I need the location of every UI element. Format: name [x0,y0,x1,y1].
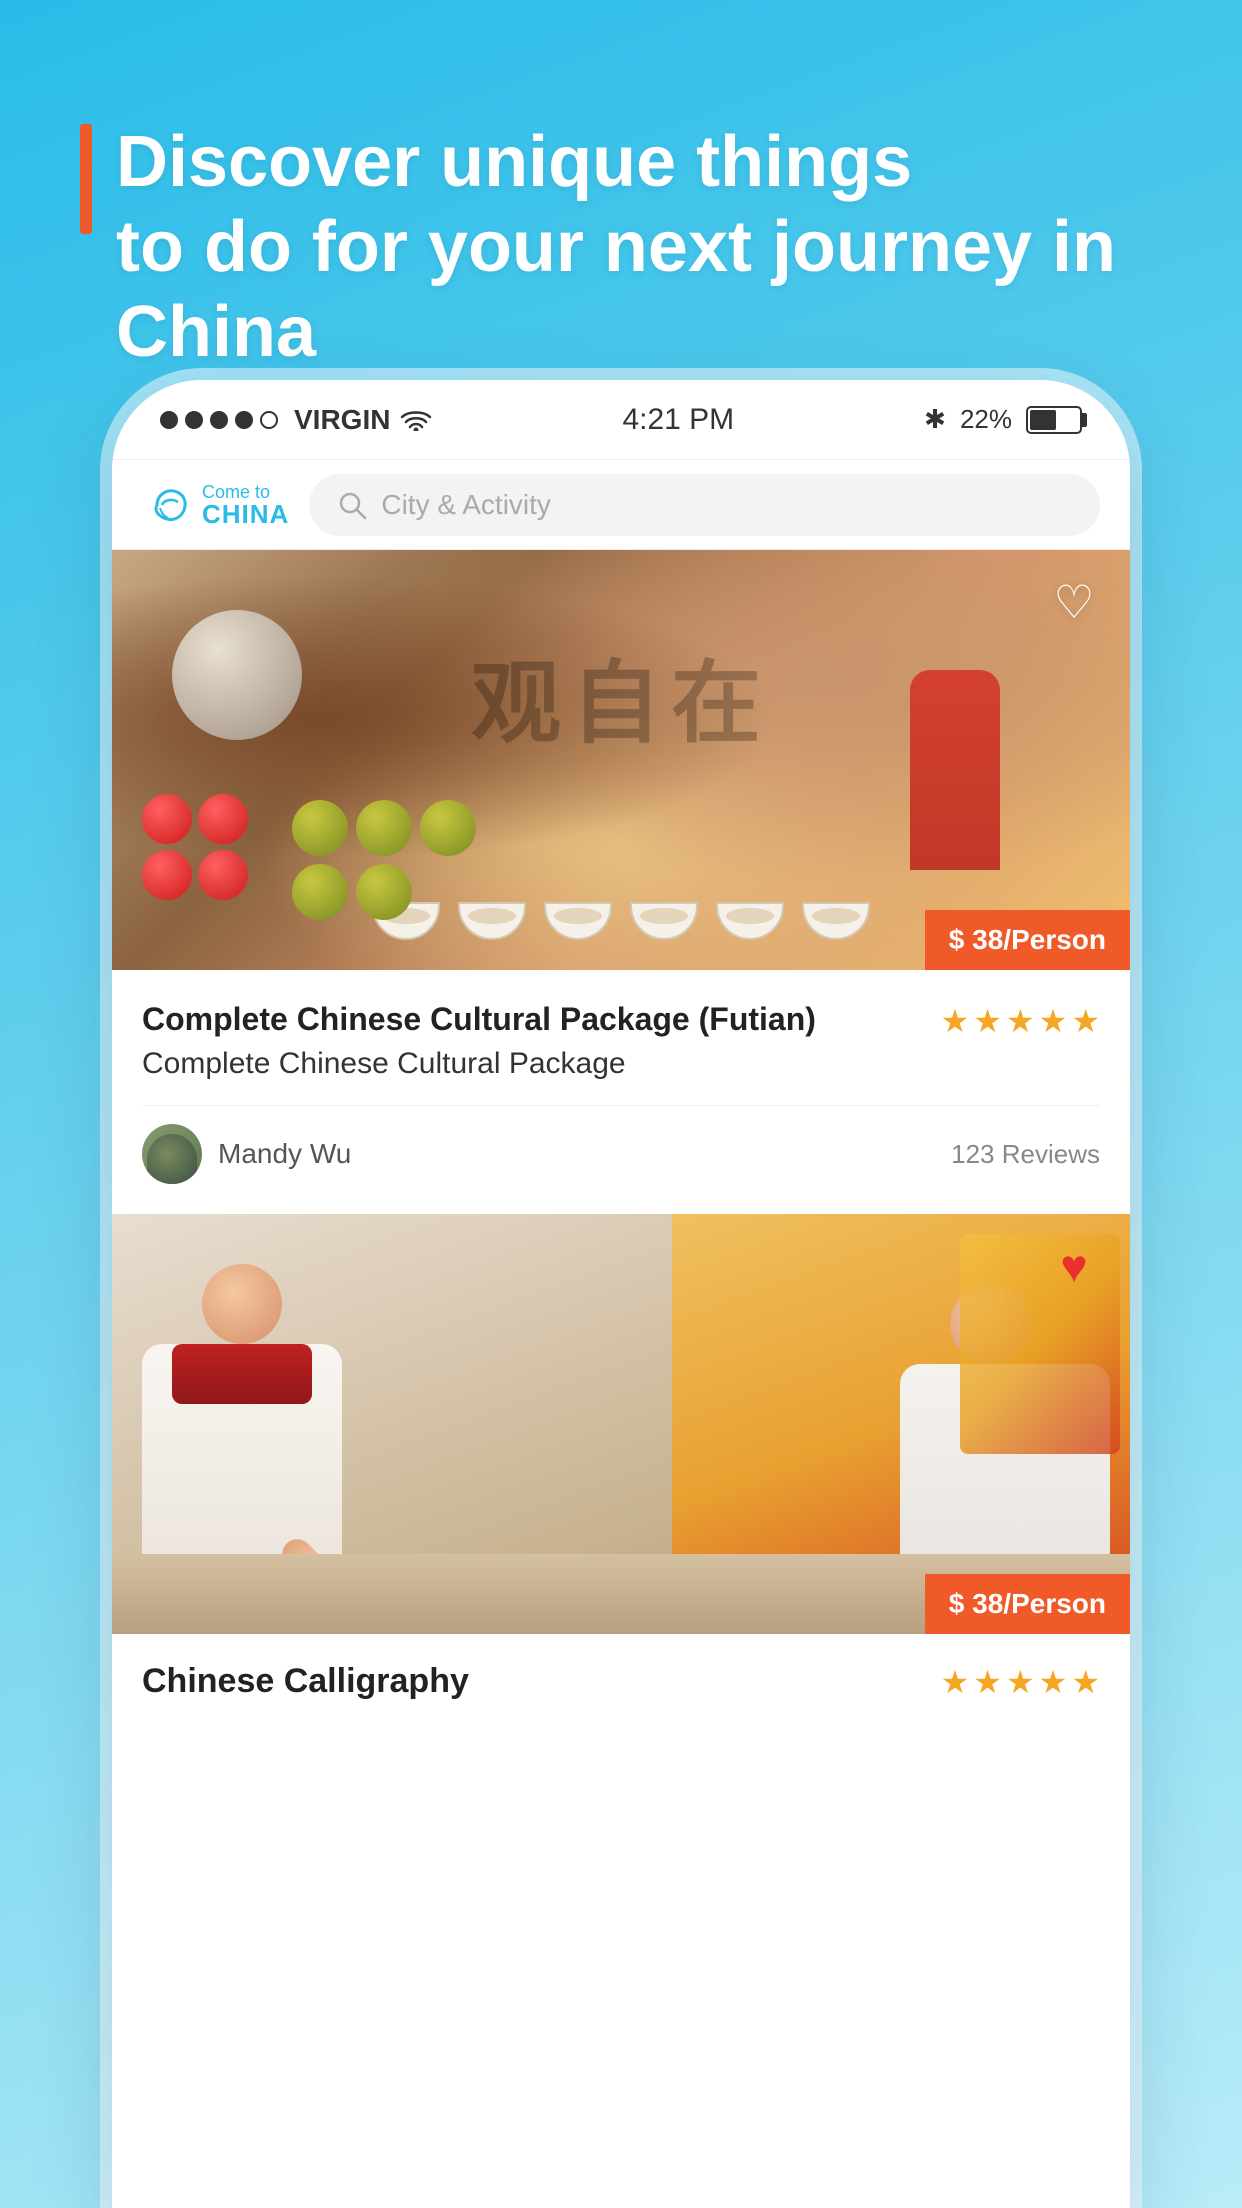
battery-fill [1030,410,1056,430]
signal-dot-1 [160,411,178,429]
yellow-fruits [292,800,532,920]
card-1-title-row: Complete Chinese Cultural Package (Futia… [142,998,1100,1081]
c2-star-3: ★ [1006,1663,1035,1701]
card-1-image-container: 观自在 [112,550,1130,970]
content-area: 观自在 [112,550,1130,1731]
heart-outline-icon: ♡ [1053,575,1094,629]
status-time: 4:21 PM [622,403,734,437]
card-2-price-badge: $ 38/Person [925,1574,1130,1634]
red-fruit-4 [198,850,248,900]
hero-title-line1: Discover unique things [116,122,912,202]
hero-title-line2: to do for your next journey in China [116,207,1116,372]
bowl-4 [630,902,698,940]
card-1-footer: Mandy Wu 123 Reviews [142,1105,1100,1184]
card-1-title: Complete Chinese Cultural Package (Futia… [142,998,816,1041]
yg-fruit-4 [292,864,348,920]
logo-china-text: CHINA [202,501,289,527]
star-3: ★ [1006,1002,1035,1040]
card-2-body: Chinese Calligraphy ★ ★ ★ ★ ★ [112,1634,1130,1721]
phone-mockup: VIRGIN 4:21 PM ✱ 22% Come [112,380,1130,2208]
bowl-3 [544,902,612,940]
star-5: ★ [1071,1002,1100,1040]
red-fruit-2 [198,794,248,844]
signal-dot-4 [235,411,253,429]
red-scarf [172,1344,312,1404]
bluetooth-icon: ✱ [924,404,946,435]
teapot [172,610,302,740]
c2-star-1: ★ [941,1663,970,1701]
calligraphy-scene-image [112,1214,1130,1634]
card-2-title-row: Chinese Calligraphy ★ ★ ★ ★ ★ [142,1662,1100,1701]
activity-card-1[interactable]: 观自在 [112,550,1130,1204]
app-logo[interactable]: Come to CHINA [142,480,289,530]
heart-filled-icon: ♥ [1060,1239,1087,1293]
yg-fruit-3 [420,800,476,856]
c2-star-5: ★ [1071,1663,1100,1701]
c2-star-4: ★ [1039,1663,1068,1701]
guide-name: Mandy Wu [218,1138,351,1170]
signal-dot-2 [185,411,203,429]
card-1-subtitle: Complete Chinese Cultural Package [142,1047,816,1081]
logo-come-text: Come to [202,483,289,501]
c2-star-2: ★ [973,1663,1002,1701]
card-1-stars: ★ ★ ★ ★ ★ [941,1002,1100,1040]
logo-text: Come to CHINA [202,483,289,527]
search-icon [337,490,367,520]
wifi-icon [400,409,432,431]
card-2-stars: ★ ★ ★ ★ ★ [941,1663,1100,1701]
star-1: ★ [941,1002,970,1040]
yg-fruit-2 [356,800,412,856]
signal-dot-5 [260,411,278,429]
star-2: ★ [973,1002,1002,1040]
status-right: ✱ 22% [924,404,1082,435]
battery-percent: 22% [960,404,1012,435]
bowl-5 [716,902,784,940]
carrier-text: VIRGIN [294,404,390,436]
hero-title: Discover unique things to do for your ne… [80,120,1162,375]
guide-info: Mandy Wu [142,1124,351,1184]
signal-dot-3 [210,411,228,429]
yg-fruit-5 [356,864,412,920]
signal-dots [160,411,278,429]
yg-fruit-1 [292,800,348,856]
teacher-head [202,1264,282,1344]
star-4: ★ [1039,1002,1068,1040]
card-1-body: Complete Chinese Cultural Package (Futia… [112,970,1130,1204]
person-arms [870,670,1050,890]
card-2-title: Chinese Calligraphy [142,1662,469,1701]
red-fruits [142,794,302,900]
card-1-favorite-button[interactable]: ♡ [1042,570,1106,634]
card-1-price-badge: $ 38/Person [925,910,1130,970]
app-header: Come to CHINA City & Activity [112,460,1130,550]
card-2-favorite-button[interactable]: ♥ [1042,1234,1106,1298]
tea-scene-image: 观自在 [112,550,1130,970]
battery-icon [1026,406,1082,434]
card-2-image-container: ♥ $ 38/Person [112,1214,1130,1634]
status-left: VIRGIN [160,404,432,436]
status-bar: VIRGIN 4:21 PM ✱ 22% [112,380,1130,460]
red-fruit-3 [142,850,192,900]
red-fruit-1 [142,794,192,844]
avatar-image [147,1134,197,1184]
card-1-reviews: 123 Reviews [951,1139,1100,1170]
search-bar[interactable]: City & Activity [309,474,1100,536]
card-1-title-block: Complete Chinese Cultural Package (Futia… [142,998,816,1081]
search-placeholder-text: City & Activity [381,489,551,521]
hero-accent-bar [80,124,92,234]
bowl-6 [802,902,870,940]
logo-icon-svg [142,480,202,530]
activity-card-2[interactable]: ♥ $ 38/Person Chinese Calligraphy ★ ★ ★ … [112,1214,1130,1721]
chinese-chars: 观自在 [471,630,771,760]
hero-text-block: Discover unique things to do for your ne… [80,120,1162,375]
guide-avatar [142,1124,202,1184]
